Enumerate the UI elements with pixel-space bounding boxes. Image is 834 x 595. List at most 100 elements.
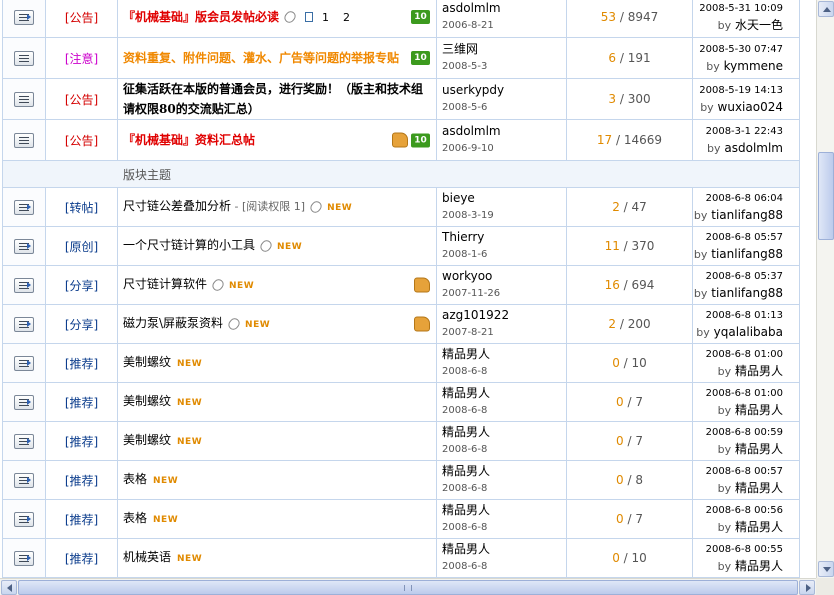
thread-new-reply-icon[interactable]: [14, 433, 34, 449]
author-link[interactable]: Thierry: [442, 229, 566, 246]
thread-new-reply-icon[interactable]: [14, 472, 34, 488]
thread-title-link[interactable]: 征集活跃在本版的普通会员，进行奖励！（版主和技术组请权限80的交流贴汇总）: [123, 82, 423, 116]
thread-type-link[interactable]: [推荐]: [65, 435, 98, 449]
last-poster-link[interactable]: kymmene: [724, 59, 783, 73]
author-link[interactable]: azg101922: [442, 307, 566, 324]
thread-new-reply-icon[interactable]: [14, 355, 34, 371]
author-link[interactable]: 精品男人: [442, 385, 566, 402]
thread-new-reply-icon[interactable]: [14, 511, 34, 527]
thread-type-link[interactable]: [转帖]: [65, 201, 98, 215]
vertical-scrollbar[interactable]: [816, 0, 834, 578]
last-post-date-link[interactable]: 2008-6-8 00:59: [693, 424, 783, 441]
last-poster-link[interactable]: asdolmlm: [724, 141, 783, 155]
vertical-scroll-thumb[interactable]: [818, 152, 834, 240]
author-link[interactable]: 精品男人: [442, 346, 566, 363]
thread-title-link[interactable]: 『机械基础』资料汇总帖: [123, 133, 255, 147]
scroll-left-button[interactable]: [1, 580, 17, 595]
thread-title-link[interactable]: 美制螺纹: [123, 394, 171, 408]
author-link[interactable]: asdolmlm: [442, 123, 566, 140]
author-link[interactable]: 精品男人: [442, 463, 566, 480]
last-poster-link[interactable]: 精品男人: [735, 364, 783, 378]
last-post-date-link[interactable]: 2008-6-8 05:37: [693, 268, 783, 285]
reply-view-count: 53 / 8947: [566, 0, 693, 38]
page-link[interactable]: 2: [343, 11, 350, 24]
thread-type-link[interactable]: [原创]: [65, 240, 98, 254]
thread-new-reply-icon[interactable]: [14, 277, 34, 293]
pinned-thread-icon[interactable]: [14, 9, 34, 25]
last-poster-link[interactable]: yqalalibaba: [714, 325, 783, 339]
thread-title-link[interactable]: 『机械基础』版会员发帖必读: [123, 10, 279, 24]
thread-title-link[interactable]: 表格: [123, 511, 147, 525]
page-link[interactable]: 1: [322, 11, 329, 24]
thread-title-link[interactable]: 表格: [123, 472, 147, 486]
thread-type-link[interactable]: [推荐]: [65, 552, 98, 566]
last-post-date-link[interactable]: 2008-6-8 00:55: [693, 541, 783, 558]
scroll-down-button[interactable]: [818, 561, 834, 577]
thread-type-link[interactable]: [分享]: [65, 318, 98, 332]
last-post-date-link[interactable]: 2008-6-8 01:13: [693, 307, 783, 324]
thread-type-link[interactable]: [公告]: [65, 11, 98, 25]
thread-type-link[interactable]: [推荐]: [65, 357, 98, 371]
thread-title-link[interactable]: 一个尺寸链计算的小工具: [123, 238, 255, 252]
scroll-up-button[interactable]: [818, 1, 834, 17]
thread-type-link[interactable]: [公告]: [65, 134, 98, 148]
reply-view-count: 0 / 10: [566, 538, 693, 578]
author-link[interactable]: 精品男人: [442, 424, 566, 441]
last-poster-link[interactable]: 精品男人: [735, 520, 783, 534]
last-post-date-link[interactable]: 2008-6-8 05:57: [693, 229, 783, 246]
thread-icon[interactable]: [14, 91, 34, 107]
author-link[interactable]: 精品男人: [442, 502, 566, 519]
horizontal-scrollbar[interactable]: [0, 578, 816, 595]
thread-title-link[interactable]: 尺寸链公差叠加分析: [123, 199, 231, 213]
last-post-date-link[interactable]: 2008-5-31 10:09: [693, 0, 783, 17]
last-post-date-link[interactable]: 2008-5-30 07:47: [693, 41, 783, 58]
horizontal-scroll-thumb[interactable]: [18, 580, 798, 595]
last-poster-link[interactable]: wuxiao024: [718, 100, 783, 114]
last-post-date-link[interactable]: 2008-6-8 06:04: [693, 190, 783, 207]
last-poster-link[interactable]: tianlifang88: [711, 247, 783, 261]
last-poster-link[interactable]: 水天一色: [735, 18, 783, 32]
reply-count: 16: [604, 278, 620, 292]
author-link[interactable]: 精品男人: [442, 541, 566, 558]
thread-new-reply-icon[interactable]: [14, 199, 34, 215]
last-poster-link[interactable]: 精品男人: [735, 442, 783, 456]
last-post-date-link[interactable]: 2008-6-8 01:00: [693, 385, 783, 402]
last-poster-link[interactable]: 精品男人: [735, 403, 783, 417]
thread-icon[interactable]: [14, 50, 34, 66]
thread-type-link[interactable]: [分享]: [65, 279, 98, 293]
thread-type-link[interactable]: [公告]: [65, 93, 98, 107]
thread-type-link[interactable]: [注意]: [65, 52, 98, 66]
last-poster-link[interactable]: 精品男人: [735, 481, 783, 495]
last-post-date-link[interactable]: 2008-6-8 00:56: [693, 502, 783, 519]
last-post-date-link[interactable]: 2008-5-19 14:13: [693, 82, 783, 99]
thread-title-link[interactable]: 机械英语: [123, 550, 171, 564]
thread-title-link[interactable]: 尺寸链计算软件: [123, 277, 207, 291]
author-link[interactable]: bieye: [442, 190, 566, 207]
by-label: by: [700, 101, 714, 114]
thread-type-link[interactable]: [推荐]: [65, 474, 98, 488]
author-link[interactable]: userkypdy: [442, 82, 566, 99]
author-link[interactable]: 三维网: [442, 41, 566, 58]
last-post-date-link[interactable]: 2008-6-8 00:57: [693, 463, 783, 480]
thread-title-link[interactable]: 资料重复、附件问题、灌水、广告等问题的举报专贴: [123, 51, 399, 65]
thread-title-link[interactable]: 磁力泵\屏蔽泵资料: [123, 316, 223, 330]
thread-title-link[interactable]: 美制螺纹: [123, 433, 171, 447]
last-poster-link[interactable]: tianlifang88: [711, 208, 783, 222]
thread-new-reply-icon[interactable]: [14, 238, 34, 254]
thread-row: [推荐] 表格 NEW 精品男人 2008-6-8 0 / 7 2008-6-8 00:56…: [2, 499, 800, 539]
author-link[interactable]: workyoo: [442, 268, 566, 285]
thread-new-reply-icon[interactable]: [14, 316, 34, 332]
last-post-date-link[interactable]: 2008-3-1 22:43: [693, 123, 783, 140]
thread-icon[interactable]: [14, 132, 34, 148]
thread-title-link[interactable]: 美制螺纹: [123, 355, 171, 369]
last-poster-link[interactable]: tianlifang88: [711, 286, 783, 300]
thread-type-link[interactable]: [推荐]: [65, 513, 98, 527]
attachment-icon: [258, 237, 274, 254]
scroll-right-button[interactable]: [799, 580, 815, 595]
author-link[interactable]: asdolmlm: [442, 0, 566, 17]
thread-new-reply-icon[interactable]: [14, 550, 34, 566]
last-post-date-link[interactable]: 2008-6-8 01:00: [693, 346, 783, 363]
thread-new-reply-icon[interactable]: [14, 394, 34, 410]
thread-type-link[interactable]: [推荐]: [65, 396, 98, 410]
last-poster-link[interactable]: 精品男人: [735, 559, 783, 573]
